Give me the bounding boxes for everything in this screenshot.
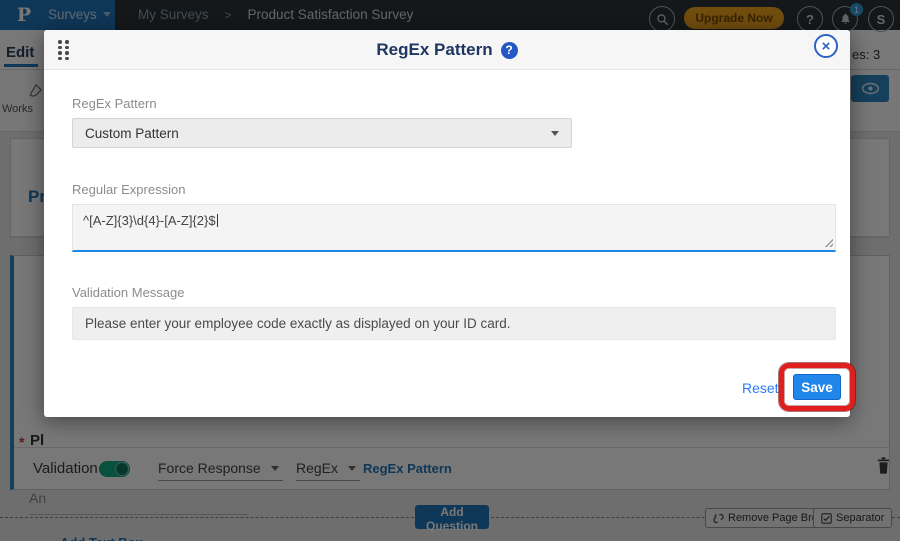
resize-handle[interactable]: [823, 237, 833, 247]
reset-button[interactable]: Reset: [742, 380, 779, 396]
modal-header: RegEx Pattern ? ×: [44, 30, 850, 70]
help-glyph: ?: [505, 43, 513, 57]
pattern-select-value: Custom Pattern: [85, 125, 179, 141]
modal-title-wrap: RegEx Pattern ?: [44, 30, 850, 70]
regular-expression-field-label: Regular Expression: [72, 182, 186, 197]
regular-expression-value: ^[A-Z]{3}\d{4}-[A-Z]{2}$: [83, 213, 216, 228]
save-highlight-annotation: Save: [779, 363, 855, 411]
validation-message-input[interactable]: [72, 307, 836, 340]
chevron-down-icon: [551, 130, 559, 136]
close-glyph: ×: [821, 37, 831, 55]
validation-message-field-label: Validation Message: [72, 285, 185, 300]
pattern-select[interactable]: Custom Pattern: [72, 118, 572, 148]
close-icon[interactable]: ×: [814, 34, 838, 58]
regex-pattern-field-label: RegEx Pattern: [72, 96, 157, 111]
regex-pattern-modal: RegEx Pattern ? × RegEx Pattern Custom P…: [44, 30, 855, 417]
modal-title: RegEx Pattern: [376, 40, 493, 59]
text-cursor: [216, 214, 218, 227]
help-icon[interactable]: ?: [500, 41, 518, 59]
screenshot-stage: P Surveys My Surveys > Product Satisfact…: [0, 0, 900, 541]
regular-expression-textarea[interactable]: ^[A-Z]{3}\d{4}-[A-Z]{2}$: [72, 204, 836, 252]
save-button[interactable]: Save: [793, 374, 841, 400]
